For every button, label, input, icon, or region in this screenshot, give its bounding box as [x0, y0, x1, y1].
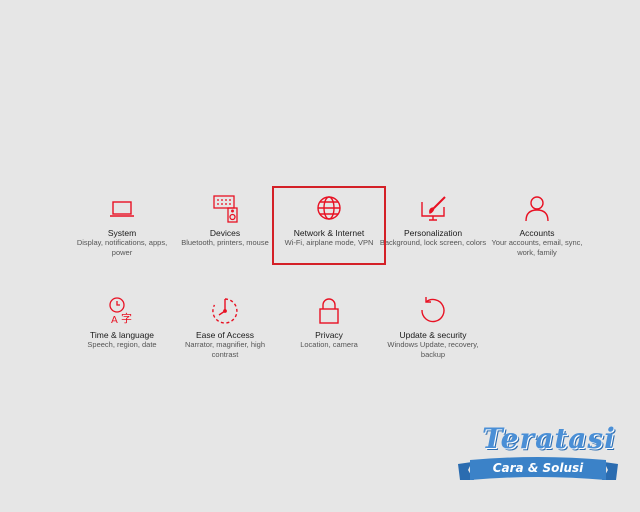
tile-network-internet[interactable]: Network & Internet Wi-Fi, airplane mode,…: [269, 194, 389, 248]
tile-description: Narrator, magnifier, high contrast: [184, 340, 266, 359]
settings-home: { "accent_color": "#e81123", "selection_…: [0, 0, 640, 512]
lock-icon: [314, 296, 344, 326]
clock-language-icon: A 字: [107, 296, 137, 326]
tile-title: Ease of Access: [195, 330, 255, 340]
tile-title: System: [107, 228, 137, 238]
tile-description: Windows Update, recovery, backup: [387, 340, 479, 359]
person-icon: [522, 194, 552, 224]
tile-ease-of-access[interactable]: Ease of Access Narrator, magnifier, high…: [165, 296, 285, 360]
tile-system[interactable]: System Display, notifications, apps, pow…: [62, 194, 182, 258]
globe-icon: [314, 194, 344, 224]
tile-personalization[interactable]: Personalization Background, lock screen,…: [373, 194, 493, 248]
tile-title: Privacy: [315, 330, 343, 340]
tile-description: Background, lock screen, colors: [379, 238, 487, 247]
tile-privacy[interactable]: Privacy Location, camera: [269, 296, 389, 350]
svg-text:字: 字: [121, 311, 132, 325]
tile-description: Your accounts, email, sync, work, family: [491, 238, 583, 257]
tile-title: Accounts: [519, 228, 555, 238]
tile-description: Bluetooth, printers, mouse: [181, 238, 269, 247]
watermark-brand: Teratasi: [482, 422, 616, 455]
tile-title: Personalization: [403, 228, 463, 238]
paintbrush-monitor-icon: [418, 194, 448, 224]
tile-time-language[interactable]: A 字 Time & language Speech, region, date: [62, 296, 182, 350]
tile-title: Devices: [209, 228, 241, 238]
tile-title: Update & security: [399, 330, 467, 340]
refresh-icon: [418, 296, 448, 326]
laptop-icon: [107, 194, 137, 224]
svg-text:A: A: [111, 315, 118, 326]
ease-of-access-icon: [210, 296, 240, 326]
tile-description: Speech, region, date: [87, 340, 157, 349]
tile-title: Time & language: [90, 330, 154, 340]
keyboard-speaker-icon: [210, 194, 240, 224]
watermark-tagline: Cara & Solusi: [492, 461, 584, 475]
tile-update-security[interactable]: Update & security Windows Update, recove…: [373, 296, 493, 360]
tile-description: Display, notifications, apps, power: [76, 238, 168, 257]
tile-description: Location, camera: [300, 340, 358, 349]
tile-devices[interactable]: Devices Bluetooth, printers, mouse: [165, 194, 285, 248]
tile-description: Wi-Fi, airplane mode, VPN: [284, 238, 374, 247]
tile-accounts[interactable]: Accounts Your accounts, email, sync, wor…: [477, 194, 597, 258]
watermark-logo: Teratasi Cara & Solusi: [458, 422, 618, 498]
tile-title: Network & Internet: [293, 228, 365, 238]
